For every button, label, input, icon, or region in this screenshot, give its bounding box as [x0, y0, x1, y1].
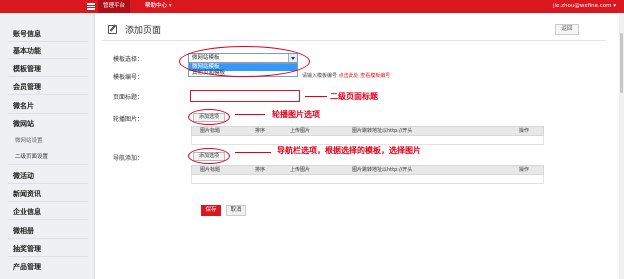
sidebar-item-templates[interactable]: 模板管理: [13, 64, 41, 74]
carousel-table-header: 图片标题 排序 上传图片 图片跳转地址以http://开头 操作: [191, 126, 544, 136]
sidebar-divider: [8, 183, 88, 184]
help-center-menu[interactable]: 帮助中心 ▾: [140, 0, 177, 13]
sidebar-divider: [8, 113, 88, 114]
sidebar-divider: [8, 256, 88, 257]
cancel-button[interactable]: 取消: [226, 205, 246, 216]
nav-label: 导航添加：: [113, 155, 144, 162]
annotation-circle-template: [179, 46, 310, 77]
annotation-circle-nav: [188, 148, 230, 164]
column-header: 图片跳转地址以http://开头: [352, 128, 413, 134]
annotation-circle-carousel: [188, 109, 230, 125]
user-account-menu[interactable]: jie.zhou@wxfine.com ▾: [553, 0, 616, 13]
annotation-arrow: [305, 96, 327, 97]
sidebar-item-company[interactable]: 企业信息: [13, 207, 41, 217]
sidebar-divider: [8, 94, 88, 95]
sidebar-subitem-secondary-pages[interactable]: 二级页面设置: [15, 152, 48, 160]
sidebar-item-microsite[interactable]: 微网站: [13, 119, 34, 129]
sidebar-item-card[interactable]: 微名片: [13, 101, 34, 111]
sidebar-subitem-site-settings[interactable]: 微网站设置: [15, 136, 43, 144]
annotation-nav-note: 导航栏选项，根据选择的模板，选择图片: [277, 146, 421, 155]
sidebar-item-members[interactable]: 会员管理: [13, 82, 41, 92]
sidebar-divider: [8, 201, 88, 202]
hamburger-menu-icon[interactable]: [86, 2, 96, 11]
sidebar-divider: [8, 58, 88, 59]
header-divider: [102, 40, 606, 41]
scroll-thumb[interactable]: [620, 33, 623, 93]
column-header: 操作: [519, 167, 530, 173]
page-title-label: 页面标题：: [113, 94, 144, 101]
template-select-label: 模板选择：: [113, 56, 144, 63]
nav-table-header: 图片标题 排序 上传图片 图片跳转地址以http://开头 操作: [191, 165, 544, 175]
carousel-table-body: [191, 136, 544, 145]
sidebar-item-account[interactable]: 账号信息: [13, 29, 41, 39]
back-button[interactable]: 返回: [555, 24, 579, 35]
sidebar-divider: [8, 219, 88, 220]
column-header: 排序: [255, 128, 266, 134]
column-header: 图片标题: [200, 128, 221, 134]
tab-admin-platform[interactable]: 管理平台: [98, 0, 131, 13]
template-code-hint-text: 请输入模板编号: [302, 73, 338, 79]
sidebar-divider: [8, 76, 88, 77]
edit-icon: [108, 25, 117, 34]
sidebar-item-products[interactable]: 产品管理: [13, 262, 41, 272]
sidebar-item-basic[interactable]: 基本功能: [13, 46, 41, 56]
page-title-input[interactable]: [190, 90, 300, 102]
column-header: 上传图片: [290, 128, 311, 134]
sidebar-divider: [8, 238, 88, 239]
nav-table-body: [191, 175, 544, 184]
sidebar: 账号信息 基本功能 模板管理 会员管理 微名片 微网站 微网站设置 二级页面设置…: [0, 13, 95, 279]
page-title: 添加页面: [125, 26, 162, 36]
sidebar-divider: [8, 41, 88, 42]
sidebar-item-news[interactable]: 新闻资讯: [13, 189, 41, 199]
top-bar: 管理平台 帮助中心 ▾ jie.zhou@wxfine.com ▾: [0, 0, 624, 13]
template-code-hint: 请输入模板编号 点击此处 查看模板编号: [302, 72, 390, 79]
sidebar-item-album[interactable]: 微相册: [13, 226, 34, 236]
column-header: 排序: [255, 167, 266, 173]
template-code-label: 模板编号：: [113, 74, 144, 81]
annotation-arrow: [235, 152, 271, 153]
sidebar-item-lottery[interactable]: 抽奖管理: [13, 244, 41, 254]
column-header: 图片标题: [200, 167, 221, 173]
template-code-link[interactable]: 点击此处 查看模板编号: [339, 73, 391, 79]
annotation-arrow: [235, 114, 265, 115]
sidebar-divider: [8, 164, 88, 165]
save-button[interactable]: 保存: [201, 205, 221, 216]
page-scrollbar[interactable]: [619, 13, 624, 279]
column-header: 操作: [519, 128, 530, 134]
annotation-carousel-note: 轮播图片选项: [272, 110, 320, 119]
column-header: 图片跳转地址以http://开头: [352, 167, 413, 173]
carousel-label: 轮播图片：: [113, 116, 144, 123]
annotation-title-note: 二级页面标题: [330, 92, 378, 101]
sidebar-item-activities[interactable]: 微活动: [13, 171, 34, 181]
column-header: 上传图片: [290, 167, 311, 173]
